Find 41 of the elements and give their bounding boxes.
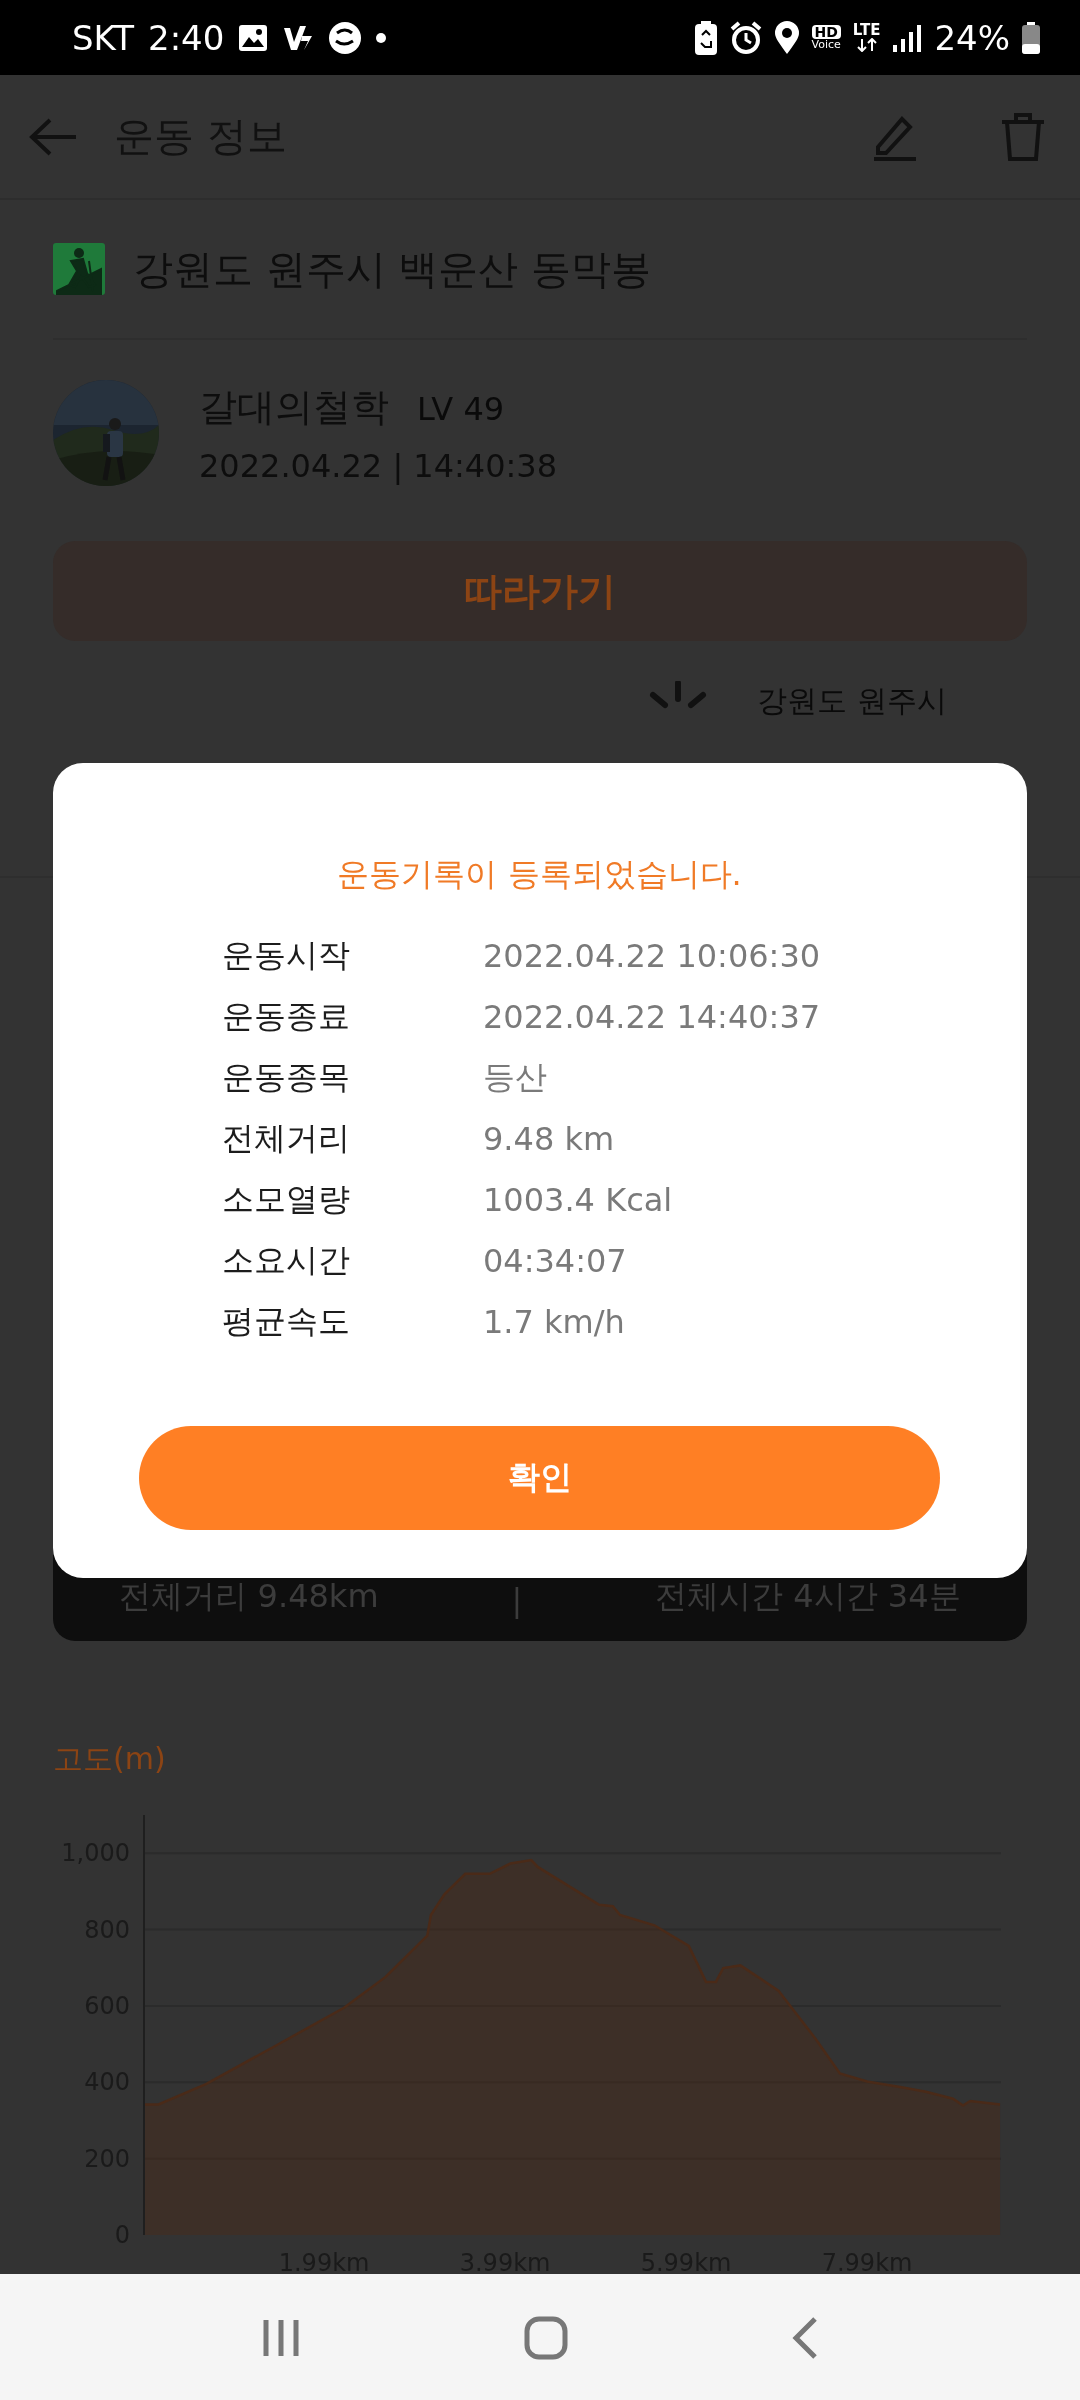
info-label: 평균속도	[222, 1300, 351, 1342]
info-label: 운동종목	[222, 1056, 351, 1098]
app-circle-icon	[328, 20, 363, 55]
trash-icon	[1000, 111, 1046, 162]
info-label: 운동시작	[222, 934, 351, 976]
alarm-icon	[729, 20, 762, 55]
battery-saver-icon	[693, 20, 718, 55]
info-value: 1003.4 Kcal	[483, 1180, 674, 1219]
follow-button[interactable]: 따라가기	[53, 541, 1027, 641]
info-value: 2022.04.22 14:40:37	[483, 997, 822, 1036]
info-value: 9.48 km	[483, 1119, 616, 1158]
info-label: 전체거리	[222, 1117, 351, 1159]
info-label: 소모열량	[222, 1178, 351, 1220]
data-arrows-icon	[854, 38, 879, 52]
info-value: 04:34:07	[483, 1241, 628, 1280]
battery-percent: 24%	[934, 17, 1010, 58]
info-value: 2022.04.22 10:06:30	[483, 936, 822, 975]
back-arrow-icon	[28, 116, 78, 157]
dot-icon	[376, 32, 387, 43]
location-pin-icon	[773, 20, 800, 55]
v-logo-icon	[282, 23, 315, 52]
image-icon	[238, 23, 269, 52]
dialog-title: 운동기록이 등록되었습니다.	[336, 854, 743, 895]
separator-text: |	[511, 1581, 523, 1619]
chart-title: 고도(m)	[53, 1740, 167, 1778]
info-value: 등산	[483, 1056, 548, 1098]
confirm-button[interactable]: 확인	[139, 1426, 940, 1530]
hd-badge: HD	[811, 25, 841, 39]
battery-icon	[1022, 21, 1040, 54]
signal-icon	[892, 22, 923, 53]
home-icon	[524, 2315, 568, 2360]
info-value: 1.7 km/h	[483, 1302, 626, 1341]
info-label: 운동종료	[222, 995, 351, 1037]
info-label: 소요시간	[222, 1239, 351, 1281]
voice-label: Voice	[811, 39, 841, 50]
carrier-text: SKT	[72, 17, 134, 58]
clock-time: 2:40	[148, 17, 225, 58]
back-chevron-icon	[790, 2315, 819, 2360]
network-type: LTE	[852, 23, 881, 38]
hiking-icon	[53, 243, 105, 295]
recent-apps-icon	[261, 2317, 302, 2358]
